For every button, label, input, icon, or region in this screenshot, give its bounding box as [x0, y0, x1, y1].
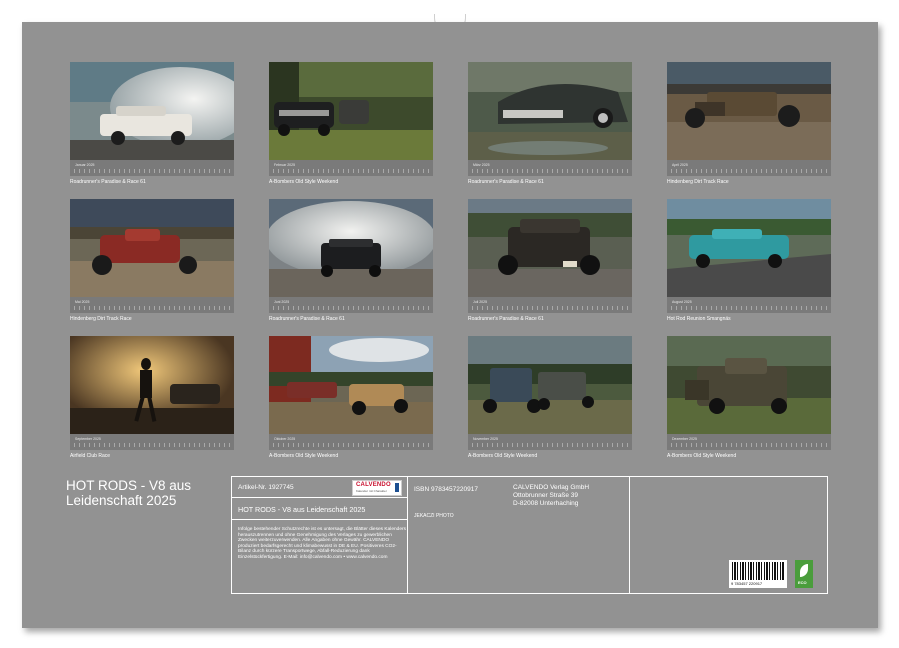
info-column-publisher: ISBN 9783457220917 JEKACZI PHOTO CALVEND… [408, 477, 630, 593]
photo-april [667, 62, 831, 160]
month-grid: November 2025 [468, 434, 632, 450]
info-column-article: Artikel-Nr. 1927745 CALVENDO Kalender mi… [232, 477, 408, 593]
month-name: Januar 2025 [75, 163, 95, 167]
photo-october [269, 336, 433, 434]
leaf-icon [800, 564, 808, 577]
day-ticks [273, 443, 429, 447]
photographer: JEKACZI PHOTO [414, 513, 454, 519]
photo-caption: Roadrunner's Paradise & Race 61 [468, 316, 544, 322]
publisher-name: CALVENDO Verlag GmbH [513, 484, 590, 491]
photo-july [468, 199, 632, 297]
isbn-barcode: 9 783457 220917 [729, 560, 787, 588]
month-tile-june: Juni 2025 Roadrunner's Paradise & Race 6… [269, 199, 433, 322]
photo-august [667, 199, 831, 297]
month-grid: Mai 2025 [70, 297, 234, 313]
month-tile-august: August 2025 Hot Rod Reunion Smangnäs [667, 199, 831, 322]
month-tile-september: September 2025 Airfield Club Race [70, 336, 234, 459]
day-ticks [472, 443, 628, 447]
calendar-title: HOT RODS - V8 aus Leidenschaft 2025 [66, 478, 192, 508]
month-tile-february: Februar 2025 A-Bombers Old Style Weekend [269, 62, 433, 185]
day-ticks [273, 306, 429, 310]
logo-text: CALVENDO [356, 482, 391, 488]
day-ticks [472, 169, 628, 173]
photo-caption: Roadrunner's Paradise & Race 61 [269, 316, 345, 322]
day-ticks [671, 306, 827, 310]
logo-subtitle: Kalender mit Charakter [356, 489, 387, 493]
photo-september [70, 336, 234, 434]
month-name: Februar 2025 [274, 163, 296, 167]
photo-january [70, 62, 234, 160]
day-ticks [74, 306, 230, 310]
calvendo-logo: CALVENDO Kalender mit Charakter [352, 480, 402, 496]
photo-december [667, 336, 831, 434]
month-tile-april: April 2025 Hindenberg Dirt Track Race [667, 62, 831, 185]
photo-caption: Hindenberg Dirt Track Race [667, 179, 729, 185]
month-name: Oktober 2025 [274, 437, 296, 441]
month-grid: Juli 2025 [468, 297, 632, 313]
article-number: Artikel-Nr. 1927745 [238, 484, 294, 491]
photo-march [468, 62, 632, 160]
barcode-number: 9 783457 220917 [731, 581, 763, 586]
month-name: September 2025 [75, 437, 101, 441]
eco-label-icon: ECO [795, 560, 813, 588]
month-name: April 2025 [672, 163, 688, 167]
photo-caption: Roadrunner's Paradise & Race 61 [468, 179, 544, 185]
eco-label-text: ECO [798, 580, 807, 585]
month-grid: September 2025 [70, 434, 234, 450]
photo-caption: A-Bombers Old Style Weekend [468, 453, 538, 459]
photo-caption: Airfield Club Race [70, 453, 111, 459]
divider [232, 519, 408, 520]
barcode-bars [732, 562, 784, 580]
product-title: HOT RODS - V8 aus Leidenschaft 2025 [238, 505, 366, 514]
photo-february [269, 62, 433, 160]
month-grid: Juni 2025 [269, 297, 433, 313]
month-name: November 2025 [473, 437, 498, 441]
photo-caption: Roadrunner's Paradise & Race 61 [70, 179, 146, 185]
photo-caption: Hot Rod Reunion Smangnäs [667, 316, 731, 322]
photo-caption: A-Bombers Old Style Weekend [667, 453, 737, 459]
day-ticks [472, 306, 628, 310]
month-tile-march: März 2025 Roadrunner's Paradise & Race 6… [468, 62, 632, 185]
divider [232, 497, 408, 498]
photo-may [70, 199, 234, 297]
day-ticks [273, 169, 429, 173]
month-grid: Januar 2025 [70, 160, 234, 176]
month-name: August 2025 [672, 300, 692, 304]
day-ticks [671, 443, 827, 447]
day-ticks [671, 169, 827, 173]
month-name: Mai 2025 [75, 300, 90, 304]
month-grid: Oktober 2025 [269, 434, 433, 450]
month-tile-may: Mai 2025 Hindenberg Dirt Track Race [70, 199, 234, 322]
month-name: Juli 2025 [473, 300, 488, 304]
month-grid: März 2025 [468, 160, 632, 176]
month-name: März 2025 [473, 163, 490, 167]
month-tile-july: Juli 2025 Roadrunner's Paradise & Race 6… [468, 199, 632, 322]
photo-caption: A-Bombers Old Style Weekend [269, 179, 339, 185]
publisher-street: Ottobrunner Straße 39 [513, 492, 579, 499]
photo-june [269, 199, 433, 297]
month-grid: April 2025 [667, 160, 831, 176]
publisher-city: D-82008 Unterhaching [513, 500, 579, 507]
day-ticks [74, 443, 230, 447]
publisher-info-box: Artikel-Nr. 1927745 CALVENDO Kalender mi… [231, 476, 828, 594]
month-grid: August 2025 [667, 297, 831, 313]
legal-text: Infolge bestehender Schutzrechte ist es … [238, 527, 406, 560]
photo-caption: Hindenberg Dirt Track Race [70, 316, 132, 322]
month-tile-december: Dezember 2025 A-Bombers Old Style Weeken… [667, 336, 831, 459]
day-ticks [74, 169, 230, 173]
photo-caption: A-Bombers Old Style Weekend [269, 453, 339, 459]
month-name: Juni 2025 [274, 300, 290, 304]
photo-november [468, 336, 632, 434]
month-grid: Dezember 2025 [667, 434, 831, 450]
month-tile-november: November 2025 A-Bombers Old Style Weeken… [468, 336, 632, 459]
month-name: Dezember 2025 [672, 437, 697, 441]
month-tile-october: Oktober 2025 A-Bombers Old Style Weekend [269, 336, 433, 459]
isbn: ISBN 9783457220917 [414, 486, 478, 493]
logo-mark-icon [395, 483, 399, 492]
month-tile-january: Januar 2025 Roadrunner's Paradise & Race… [70, 62, 234, 185]
month-grid: Februar 2025 [269, 160, 433, 176]
